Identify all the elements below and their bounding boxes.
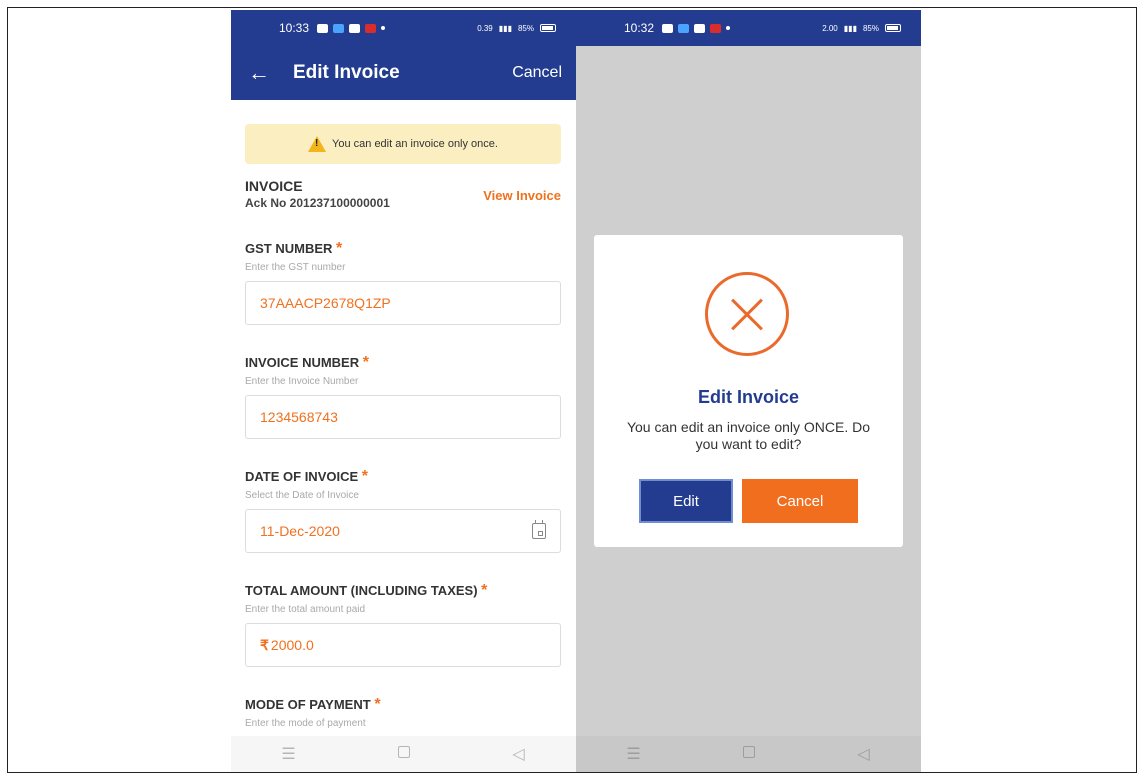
status-right: 0.39 ▮▮▮ 85% <box>477 24 556 33</box>
field-label: TOTAL AMOUNT (INCLUDING TAXES) * <box>245 582 561 600</box>
required-star: * <box>336 240 343 257</box>
input-value: 2000.0 <box>270 637 314 653</box>
calendar-icon[interactable] <box>532 520 546 539</box>
battery-icon <box>540 24 556 32</box>
input-value: 37AAACP2678Q1ZP <box>260 295 391 311</box>
download-icon <box>349 23 361 33</box>
edit-invoice-dialog: Edit Invoice You can edit an invoice onl… <box>594 235 903 547</box>
network-speed: 0.39 <box>477 23 493 33</box>
edit-button[interactable]: Edit <box>639 479 733 523</box>
menu-icon[interactable]: ☰ <box>269 744 309 764</box>
field-label-text: GST NUMBER <box>245 241 333 256</box>
phone-edit-dialog-screen: 10:32 2.00 ▮▮▮ 85% Edit Invoice You can … <box>576 10 921 772</box>
rupee-symbol: ₹ <box>260 636 269 653</box>
signal-icon: ▮▮▮ <box>843 23 857 33</box>
invoice-header: INVOICE Ack No 201237100000001 View Invo… <box>245 178 561 210</box>
required-star: * <box>361 468 369 485</box>
more-notifications-dot <box>726 26 731 30</box>
field-help: Select the Date of Invoice <box>245 490 359 501</box>
mode-of-payment-field: MODE OF PAYMENT * Enter the mode of paym… <box>245 696 561 729</box>
dialog-title: Edit Invoice <box>697 387 800 407</box>
signal-icon: ▮▮▮ <box>498 23 512 33</box>
network-speed: 2.00 <box>822 23 838 33</box>
required-star: * <box>362 354 369 371</box>
home-icon[interactable] <box>384 745 424 763</box>
field-label: GST NUMBER * <box>245 240 561 258</box>
notification-icon <box>662 23 674 33</box>
invoice-number-input[interactable]: 1234568743 <box>245 395 561 439</box>
notification-icon <box>678 23 690 33</box>
dialog-message: You can edit an invoice only ONCE. Do yo… <box>626 419 871 452</box>
status-bar: 10:32 2.00 ▮▮▮ 85% <box>576 10 921 46</box>
battery-level: 85% <box>862 23 879 33</box>
field-label: MODE OF PAYMENT * <box>245 696 561 714</box>
input-value: 1234568743 <box>260 409 338 425</box>
field-label-text: INVOICE NUMBER <box>245 355 360 370</box>
app-bar: ← Edit Invoice Cancel <box>231 46 576 100</box>
notification-icon <box>333 23 345 33</box>
field-help: Enter the Invoice Number <box>245 376 359 387</box>
gst-number-field: GST NUMBER * Enter the GST number 37AAAC… <box>245 240 561 325</box>
page-title: Edit Invoice <box>293 62 400 83</box>
notification-icons <box>662 23 731 33</box>
total-amount-input[interactable]: ₹ 2000.0 <box>245 623 561 667</box>
status-time: 10:33 <box>279 21 310 35</box>
gst-number-input[interactable]: 37AAACP2678Q1ZP <box>245 281 561 325</box>
status-time: 10:32 <box>624 21 655 35</box>
download-icon <box>694 23 706 33</box>
status-bar: 10:33 0.39 ▮▮▮ 85% <box>231 10 576 46</box>
input-value: 11-Dec-2020 <box>260 523 340 539</box>
warning-icon <box>308 136 327 152</box>
edit-invoice-form: You can edit an invoice only once. INVOI… <box>231 100 576 736</box>
field-help: Enter the GST number <box>245 262 346 273</box>
cancel-link[interactable]: Cancel <box>512 64 562 82</box>
required-star: * <box>374 696 381 713</box>
required-star: * <box>481 582 488 599</box>
view-invoice-link[interactable]: View Invoice <box>483 188 561 203</box>
battery-icon <box>885 24 901 32</box>
field-label-text: MODE OF PAYMENT <box>245 697 371 712</box>
field-label-text: DATE OF INVOICE <box>245 469 359 484</box>
invoice-number-field: INVOICE NUMBER * Enter the Invoice Numbe… <box>245 354 561 439</box>
date-of-invoice-field: DATE OF INVOICE * Select the Date of Inv… <box>245 468 561 553</box>
notification-icon <box>365 23 377 33</box>
system-nav-bar: ☰ ◁ <box>576 736 921 772</box>
warning-banner: You can edit an invoice only once. <box>245 124 561 164</box>
system-nav-bar: ☰ ◁ <box>231 736 576 772</box>
back-icon[interactable]: ◁ <box>844 744 884 764</box>
cancel-button[interactable]: Cancel <box>742 479 858 523</box>
home-icon[interactable] <box>729 745 769 763</box>
more-notifications-dot <box>381 26 386 30</box>
back-arrow-icon[interactable]: ← <box>239 60 279 86</box>
x-circle-icon <box>705 272 789 356</box>
notification-icon <box>710 23 722 33</box>
notification-icon <box>317 23 329 33</box>
field-help: Enter the mode of payment <box>245 718 366 729</box>
total-amount-field: TOTAL AMOUNT (INCLUDING TAXES) * Enter t… <box>245 582 561 667</box>
field-label: DATE OF INVOICE * <box>245 468 561 486</box>
back-icon[interactable]: ◁ <box>499 744 539 764</box>
field-help: Enter the total amount paid <box>245 604 366 615</box>
field-label-text: TOTAL AMOUNT (INCLUDING TAXES) <box>245 583 478 598</box>
field-label: INVOICE NUMBER * <box>245 354 561 372</box>
menu-icon[interactable]: ☰ <box>614 744 654 764</box>
battery-level: 85% <box>517 23 534 33</box>
date-of-invoice-input[interactable]: 11-Dec-2020 <box>245 509 561 553</box>
phone-edit-invoice-screen: 10:33 0.39 ▮▮▮ 85% ← Edit Invoice Cancel… <box>231 10 576 772</box>
status-right: 2.00 ▮▮▮ 85% <box>822 24 901 33</box>
notification-icons <box>317 23 386 33</box>
warning-text: You can edit an invoice only once. <box>332 138 498 150</box>
